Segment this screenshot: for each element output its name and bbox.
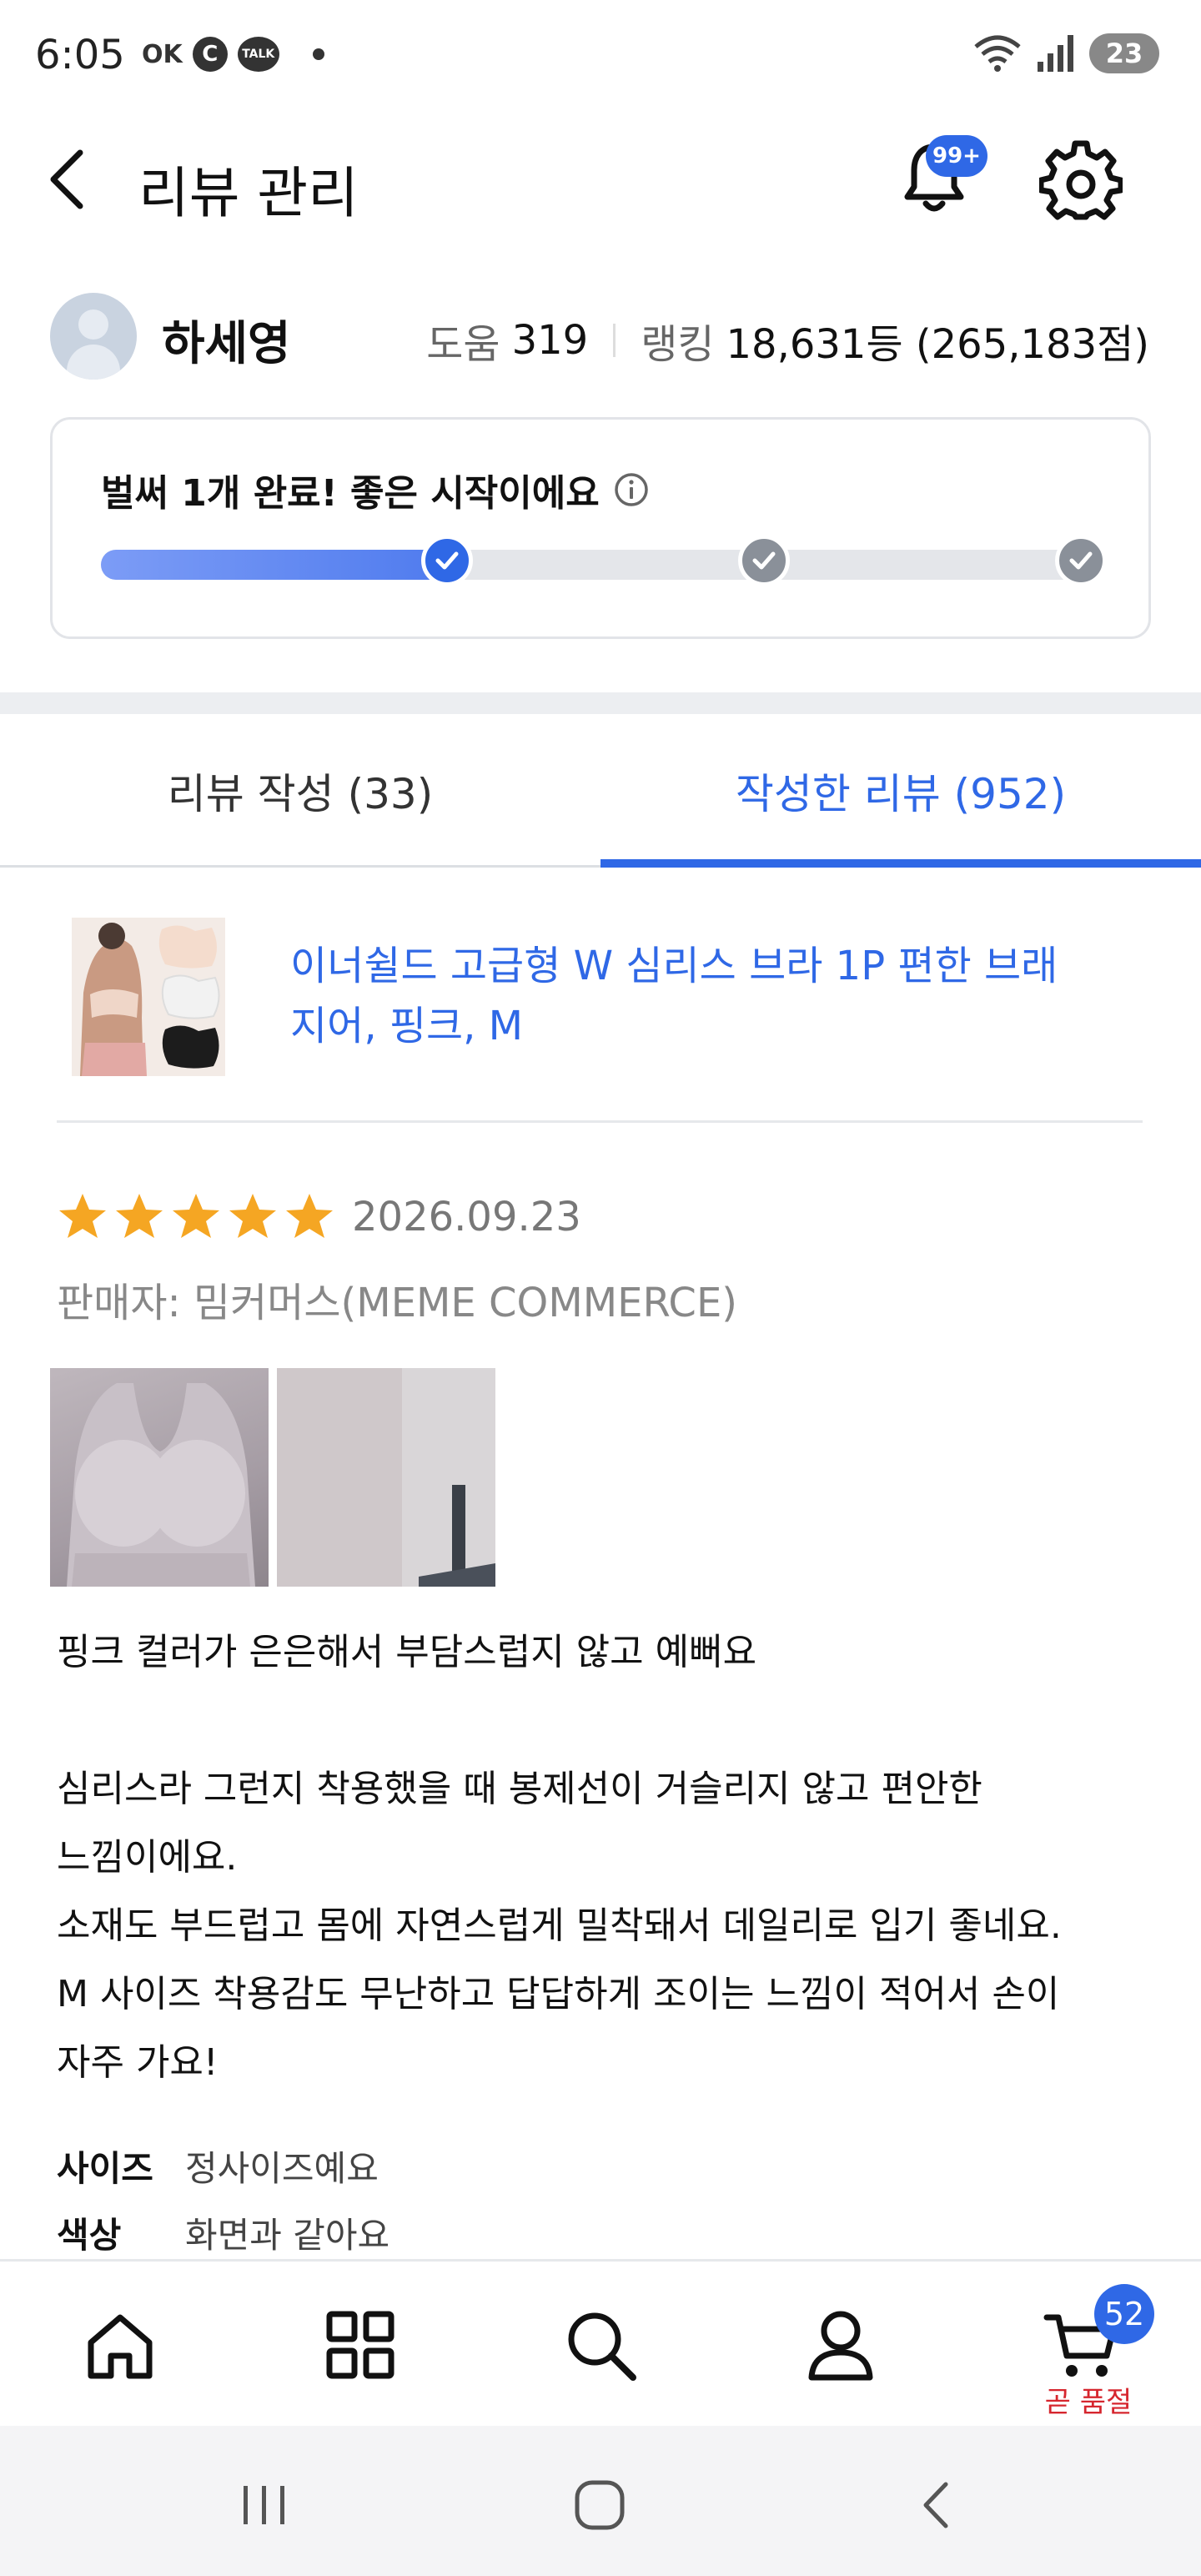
system-navigation-bar bbox=[0, 2426, 1201, 2576]
home-icon bbox=[88, 2314, 153, 2379]
progress-step-2 bbox=[738, 535, 790, 586]
user-stats: 도움 319 랭킹 18,631등 (265,183점) bbox=[426, 311, 1149, 370]
battery-icon: 23 bbox=[1089, 33, 1159, 73]
progress-title: 벌써 1개 완료! 좋은 시작이에요 bbox=[101, 472, 600, 515]
check-icon bbox=[1069, 551, 1093, 570]
star-icon bbox=[229, 1194, 276, 1238]
chevron-left-icon bbox=[923, 2482, 948, 2528]
star-icon bbox=[286, 1194, 333, 1238]
product-image bbox=[72, 918, 225, 1076]
review-attributes: 사이즈 정사이즈예요 색상 화면과 같아요 bbox=[57, 2132, 389, 2266]
status-time: 6:05 bbox=[35, 32, 125, 78]
avatar-head bbox=[78, 309, 108, 340]
talk-icon: TALK bbox=[237, 37, 279, 72]
seller-info: 판매자: 밈커머스(MEME COMMERCE) bbox=[57, 1280, 738, 1326]
check-icon bbox=[752, 551, 776, 570]
wifi-icon bbox=[974, 35, 1021, 72]
review-photo-1[interactable] bbox=[50, 1368, 269, 1587]
nav-account[interactable] bbox=[799, 2303, 882, 2387]
notification-badge: 99+ bbox=[926, 135, 987, 177]
account-icon bbox=[808, 2311, 873, 2381]
page-title: 리뷰 관리 bbox=[138, 161, 359, 225]
review-text: 핑크 컬러가 은은해서 부담스럽지 않고 예뻐요 심리스라 그런지 착용했을 때… bbox=[57, 1631, 1062, 2084]
back-arrow-icon bbox=[50, 149, 83, 209]
review-date: 2026.09.23 bbox=[352, 1194, 581, 1240]
user-name: 하세영 bbox=[162, 317, 291, 371]
product-name-link[interactable]: 이너쉴드 고급형 W 심리스 브라 1P 편한 브래지어, 핑크, M bbox=[290, 936, 1091, 1056]
status-notification-icons: OK C TALK bbox=[142, 37, 324, 72]
avatar-body bbox=[67, 345, 120, 380]
star-icon bbox=[59, 1194, 106, 1238]
cart-count-badge: 52 bbox=[1094, 2284, 1154, 2344]
reviewed-product[interactable]: 이너쉴드 고급형 W 심리스 브라 1P 편한 브래지어, 핑크, M bbox=[57, 909, 1143, 1123]
home-button[interactable] bbox=[562, 2468, 637, 2543]
help-value: 319 bbox=[511, 317, 589, 364]
review-tabs: 리뷰 작성 (33) 작성한 리뷰 (952) bbox=[0, 714, 1201, 868]
review-rating-row: 2026.09.23 bbox=[57, 1191, 581, 1243]
stats-divider bbox=[613, 324, 616, 357]
attribute-row: 사이즈 정사이즈예요 bbox=[57, 2132, 389, 2199]
c-icon: C bbox=[192, 37, 228, 72]
tab-write-review[interactable]: 리뷰 작성 (33) bbox=[0, 714, 600, 868]
attribute-key: 색상 bbox=[57, 2214, 122, 2256]
review-progress-card: 벌써 1개 완료! 좋은 시작이에요 bbox=[50, 417, 1151, 639]
progress-step-3 bbox=[1055, 535, 1107, 586]
attribute-value: 화면과 같아요 bbox=[185, 2214, 390, 2256]
status-system-icons: 23 bbox=[972, 33, 1159, 73]
recent-apps-button[interactable] bbox=[227, 2468, 302, 2543]
attribute-value: 정사이즈예요 bbox=[185, 2147, 379, 2189]
settings-button[interactable] bbox=[1038, 138, 1124, 222]
star-icon bbox=[173, 1194, 219, 1238]
bottom-navigation bbox=[0, 2259, 1201, 2426]
system-back-button[interactable] bbox=[899, 2468, 974, 2543]
cart-status-label: 곧 품절 bbox=[1044, 2386, 1133, 2419]
review-photo-2[interactable] bbox=[277, 1368, 495, 1587]
profile-summary: 하세영 도움 319 랭킹 18,631등 (265,183점) bbox=[0, 288, 1201, 385]
dot-icon bbox=[312, 48, 324, 60]
nav-home[interactable] bbox=[78, 2303, 162, 2387]
help-label: 도움 bbox=[426, 321, 500, 368]
recent-apps-icon bbox=[244, 2486, 284, 2524]
signal-icon bbox=[1038, 35, 1073, 72]
ranking-label: 랭킹 bbox=[641, 321, 715, 368]
star-icon bbox=[116, 1194, 163, 1238]
status-bar: 6:05 OK C TALK 23 bbox=[0, 0, 1201, 108]
progress-track bbox=[101, 550, 1102, 580]
product-thumbnail[interactable] bbox=[72, 918, 225, 1076]
attribute-key: 사이즈 bbox=[57, 2147, 153, 2189]
back-button[interactable] bbox=[42, 142, 117, 217]
info-icon[interactable] bbox=[613, 471, 650, 508]
star-rating bbox=[57, 1191, 335, 1243]
avatar[interactable] bbox=[50, 293, 137, 380]
photo-bra-side bbox=[277, 1368, 495, 1587]
category-grid-icon bbox=[326, 2311, 394, 2379]
photo-bra-front bbox=[67, 1383, 255, 1587]
ranking-value: 18,631등 (265,183점) bbox=[726, 321, 1149, 368]
home-circle-icon bbox=[575, 2480, 625, 2530]
active-tab-indicator bbox=[600, 859, 1201, 868]
nav-search[interactable] bbox=[559, 2303, 642, 2387]
review-photos bbox=[50, 1368, 495, 1587]
check-icon bbox=[435, 551, 459, 570]
progress-step-1 bbox=[421, 535, 473, 586]
ok-icon: OK bbox=[142, 39, 183, 69]
section-divider bbox=[0, 692, 1201, 714]
search-icon bbox=[568, 2312, 636, 2381]
progress-fill bbox=[101, 550, 451, 580]
gear-icon bbox=[1038, 140, 1124, 220]
tab-written-reviews[interactable]: 작성한 리뷰 (952) bbox=[600, 714, 1201, 868]
nav-category[interactable] bbox=[319, 2303, 402, 2387]
progress-title-row: 벌써 1개 완료! 좋은 시작이에요 bbox=[101, 463, 650, 516]
attribute-row: 색상 화면과 같아요 bbox=[57, 2199, 389, 2266]
app-header: 리뷰 관리 99+ bbox=[0, 108, 1201, 250]
